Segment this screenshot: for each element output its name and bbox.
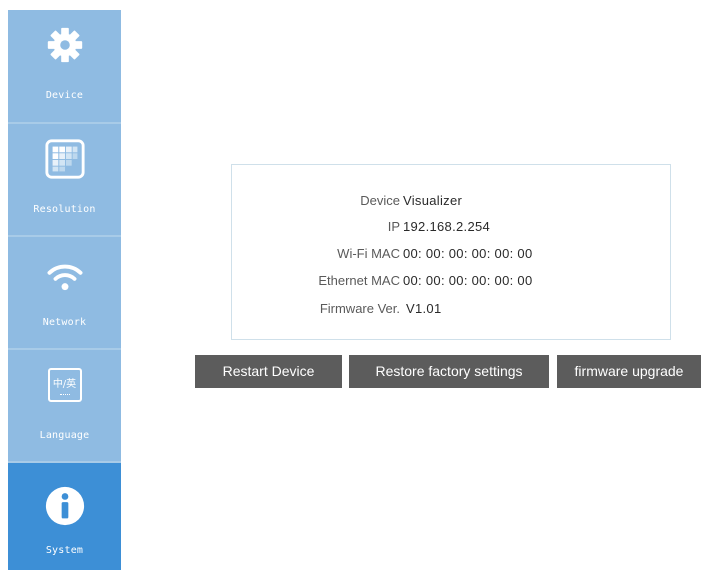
sidebar-item-device[interactable]: Device (8, 10, 121, 124)
info-row-device: Device Visualizer (232, 193, 672, 215)
language-icon: 中/英 (47, 368, 82, 402)
firmware-upgrade-button[interactable]: firmware upgrade (557, 355, 701, 388)
gear-icon (47, 27, 82, 63)
info-label: Wi-Fi MAC (337, 246, 400, 261)
resolution-grid-icon (44, 139, 85, 179)
info-label: Firmware Ver. (319, 301, 400, 316)
restore-factory-settings-button[interactable]: Restore factory settings (349, 355, 549, 388)
info-row-ip: IP 192.168.2.254 (232, 219, 672, 241)
sidebar-item-label: Resolution (33, 204, 96, 215)
sidebar-item-label: Language (39, 430, 90, 441)
info-icon (45, 486, 84, 526)
info-value: 192.168.2.254 (403, 219, 491, 234)
system-page: Device Resolution Network 中/英 Language S… (0, 0, 701, 573)
sidebar-item-label: Device (45, 90, 84, 101)
info-value: V1.01 (406, 301, 442, 316)
language-icon-text: 中/英 (52, 379, 77, 390)
info-value: 00: 00: 00: 00: 00: 00 (403, 273, 533, 288)
info-label: IP (387, 219, 400, 234)
sidebar: Device Resolution Network 中/英 Language S… (8, 10, 121, 570)
sidebar-item-resolution[interactable]: Resolution (8, 124, 121, 237)
info-row-firmware: Firmware Ver. V1.01 (232, 301, 672, 323)
info-label: Device (360, 193, 400, 208)
sidebar-item-network[interactable]: Network (8, 237, 121, 350)
info-row-wifi-mac: Wi-Fi MAC 00: 00: 00: 00: 00: 00 (232, 246, 672, 268)
info-value: 00: 00: 00: 00: 00: 00 (403, 246, 533, 261)
info-label: Ethernet MAC (318, 273, 400, 288)
sidebar-item-system[interactable]: System (8, 463, 121, 570)
sidebar-item-language[interactable]: 中/英 Language (8, 350, 121, 463)
restart-device-button[interactable]: Restart Device (195, 355, 342, 388)
info-value: Visualizer (403, 193, 463, 208)
sidebar-item-label: System (45, 545, 84, 556)
device-info-panel: Device Visualizer IP 192.168.2.254 Wi-Fi… (231, 164, 671, 340)
info-row-ethernet-mac: Ethernet MAC 00: 00: 00: 00: 00: 00 (232, 273, 672, 295)
wifi-icon (47, 264, 82, 291)
sidebar-item-label: Network (42, 317, 87, 328)
